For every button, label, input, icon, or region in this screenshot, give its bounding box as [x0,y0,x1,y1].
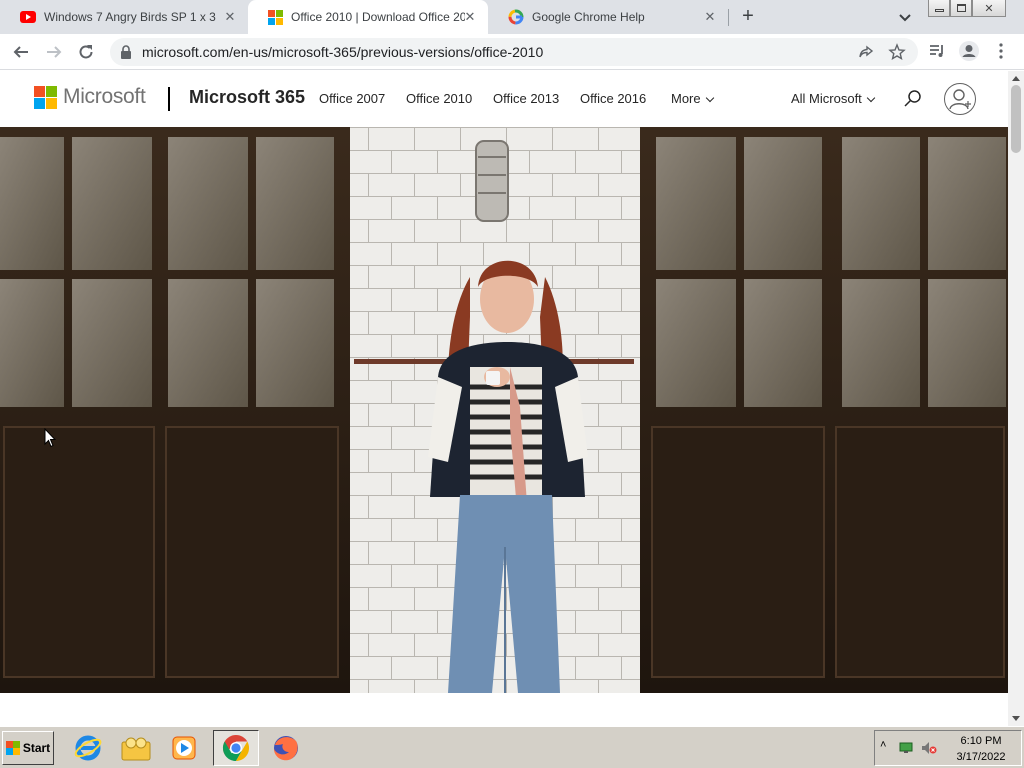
media-control-icon[interactable] [928,42,946,60]
close-tab-icon[interactable]: ✕ [222,9,238,25]
nav-office-2010[interactable]: Office 2010 [406,91,472,106]
back-button[interactable] [9,40,33,64]
microsoft-logo-icon [34,85,57,109]
tab-title: Google Chrome Help [532,10,645,24]
start-label: Start [22,741,51,755]
chevron-down-icon [705,93,714,103]
back-arrow-icon [13,46,28,58]
start-button[interactable]: Start [2,731,54,765]
nav-more[interactable]: More [671,91,714,106]
tab-search-icon[interactable] [896,8,914,26]
user-icon [949,89,971,110]
nav-office-2013[interactable]: Office 2013 [493,91,559,106]
site-header: Microsoft Microsoft 365 Office 2007 Offi… [0,71,1008,127]
tab-separator [728,9,729,26]
show-hidden-icons-icon[interactable]: ˄ [880,739,886,751]
menu-dots-icon[interactable] [996,42,1006,60]
tab-youtube[interactable]: Windows 7 Angry Birds SP 1 x 32 bit ✕ [0,0,248,34]
window-controls: ✕ [928,0,1006,17]
page-content-below [0,693,1008,726]
nav-more-label: More [671,91,701,106]
system-tray: ˄ 6:10 PM 3/17/2022 [874,730,1022,766]
nav-office-2007[interactable]: Office 2007 [319,91,385,106]
folder-icon [121,737,151,761]
microsoft-logo[interactable]: Microsoft [34,85,146,109]
tab-office-2010[interactable]: Office 2010 | Download Office 2010 ✕ [248,0,488,34]
hero-image [0,127,1008,693]
reload-icon [79,45,93,59]
share-icon[interactable] [858,44,874,60]
tab-chrome-help[interactable]: Google Chrome Help ✕ [488,0,728,34]
header-divider [168,87,170,111]
forward-arrow-icon [47,46,62,58]
close-tab-icon[interactable]: ✕ [462,9,478,25]
taskbar: Start ˄ 6:10 PM 3/17/2022 [0,726,1024,768]
page-scrollbar[interactable] [1008,71,1024,726]
taskbar-internet-explorer[interactable] [68,730,108,766]
lock-icon[interactable] [120,45,132,59]
microsoft-icon [268,9,283,25]
chevron-down-icon [866,93,876,103]
network-icon[interactable] [899,742,913,754]
brand-name: Microsoft [63,85,146,108]
profile-icon[interactable] [958,40,980,62]
all-microsoft-menu[interactable]: All Microsoft [791,91,876,106]
minimize-button[interactable] [928,0,950,17]
clock-date[interactable]: 3/17/2022 [953,751,1009,763]
tab-title: Office 2010 | Download Office 2010 [291,10,465,24]
product-title[interactable]: Microsoft 365 [189,87,305,108]
youtube-icon [20,11,36,23]
nav-office-2016[interactable]: Office 2016 [580,91,646,106]
windows-flag-icon [5,741,20,755]
clock-time[interactable]: 6:10 PM [953,735,1009,747]
internet-explorer-icon [74,735,102,761]
scroll-down-arrow-icon[interactable] [1012,716,1020,721]
restore-button[interactable] [950,0,972,17]
browser-toolbar: microsoft.com/en-us/microsoft-365/previo… [0,34,1024,70]
forward-button[interactable] [42,40,66,64]
taskbar-chrome[interactable] [213,730,259,766]
bookmark-star-icon[interactable] [888,43,906,61]
google-icon [508,9,524,25]
new-tab-button[interactable]: + [736,5,760,29]
hero-photo [0,127,1008,693]
scroll-thumb[interactable] [1011,85,1021,153]
close-tab-icon[interactable]: ✕ [702,9,718,25]
taskbar-media-player[interactable] [164,730,204,766]
scroll-up-arrow-icon[interactable] [1012,76,1020,81]
address-bar[interactable]: microsoft.com/en-us/microsoft-365/previo… [110,38,918,66]
media-player-icon [172,736,196,760]
reload-button[interactable] [74,40,98,64]
tab-strip: Windows 7 Angry Birds SP 1 x 32 bit ✕ Of… [0,0,1024,34]
taskbar-folder[interactable] [116,730,156,766]
sign-in-avatar[interactable] [944,83,976,115]
tab-title: Windows 7 Angry Birds SP 1 x 32 bit [44,10,216,24]
close-window-button[interactable]: ✕ [972,0,1006,17]
all-microsoft-label: All Microsoft [791,91,862,106]
taskbar-firefox[interactable] [266,730,306,766]
volume-muted-icon[interactable] [921,741,937,755]
search-icon[interactable] [903,89,923,109]
chrome-icon [222,734,250,762]
mouse-cursor-icon [44,428,56,448]
url-text: microsoft.com/en-us/microsoft-365/previo… [142,44,544,60]
firefox-icon [274,736,298,761]
